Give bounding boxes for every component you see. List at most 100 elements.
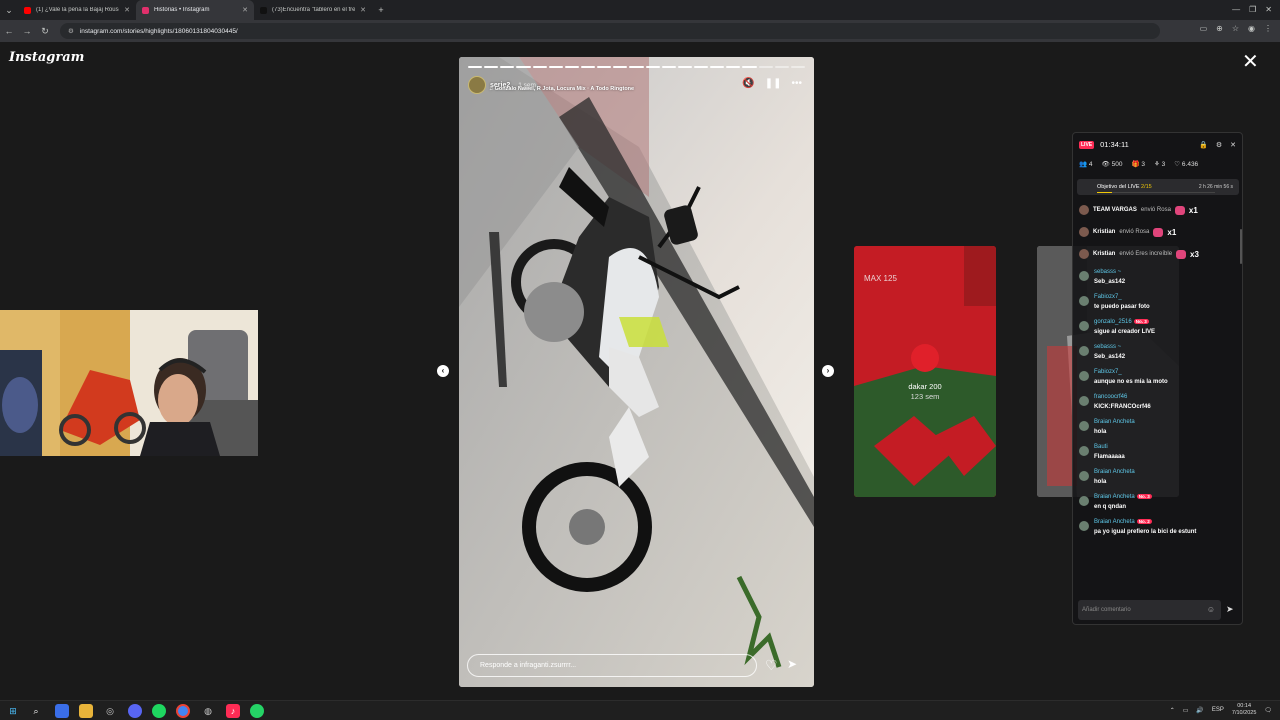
- settings-icon[interactable]: ⚙: [1216, 141, 1222, 149]
- search-icon[interactable]: ⌕: [29, 704, 43, 718]
- chat-text: aunque no es mía la moto: [1094, 379, 1168, 385]
- profile-icon[interactable]: ◉: [1248, 24, 1255, 33]
- chat-username[interactable]: Braian Ancheta: [1094, 519, 1135, 525]
- avatar[interactable]: [1079, 496, 1089, 506]
- tiktok-icon[interactable]: ♪: [226, 704, 240, 718]
- spotify-icon[interactable]: [152, 704, 166, 718]
- browser-tab[interactable]: Historias • Instagram ✕: [136, 0, 254, 20]
- url-bar[interactable]: ⚙ instagram.com/stories/highlights/18060…: [60, 23, 1160, 39]
- story-avatar[interactable]: [468, 76, 486, 94]
- story-music-label[interactable]: ♫ Gonzalo Nawel, R Jota, Locura Mix · A …: [489, 86, 634, 92]
- browser-tab[interactable]: (1) ¿Vale la pena la Bajaj Rouser... ✕: [18, 0, 136, 20]
- tray-overflow-icon[interactable]: ⌃: [1170, 707, 1175, 714]
- avatar[interactable]: [1079, 471, 1089, 481]
- heart-icon: ♡: [1174, 161, 1181, 168]
- chrome-icon[interactable]: [176, 704, 190, 718]
- chat-username[interactable]: Braian Ancheta: [1094, 469, 1135, 475]
- gift-row: TEAM VARGAS envió Rosa x1: [1079, 199, 1237, 221]
- story-viewer[interactable]: serie2 1 sem ♫ Gonzalo Nawel, R Jota, Lo…: [459, 57, 814, 687]
- instagram-logo[interactable]: Instagram: [9, 50, 84, 65]
- volume-icon[interactable]: 🔊: [1196, 707, 1203, 714]
- window-close-icon[interactable]: ✕: [1265, 5, 1272, 14]
- reload-icon[interactable]: ↻: [36, 26, 54, 37]
- progress-segment: [468, 66, 483, 68]
- avatar[interactable]: [1079, 249, 1089, 259]
- chat-username[interactable]: sebasss ~: [1094, 344, 1121, 350]
- battery-icon[interactable]: ▭: [1183, 707, 1189, 714]
- minimize-icon[interactable]: —: [1232, 5, 1240, 14]
- chat-message: gonzalo_2516 No. 3 sigue al creador LIVE: [1079, 319, 1237, 344]
- gift-user[interactable]: Kristian: [1093, 229, 1115, 235]
- chat-username[interactable]: Fabiozx7_: [1094, 369, 1122, 375]
- emoji-icon[interactable]: ☺: [1207, 605, 1215, 614]
- browser-tab[interactable]: (73)Encuentra "tablero en el fren... ✕: [254, 0, 372, 20]
- avatar[interactable]: [1079, 421, 1089, 431]
- back-icon[interactable]: ←: [0, 26, 18, 36]
- whatsapp-icon[interactable]: [250, 704, 264, 718]
- avatar[interactable]: [1079, 346, 1089, 356]
- pause-icon[interactable]: ❚❚: [765, 78, 782, 89]
- avatar[interactable]: [1079, 227, 1089, 237]
- comment-input[interactable]: Añadir comentario ☺: [1078, 600, 1221, 620]
- site-info-icon[interactable]: ⚙: [68, 27, 74, 35]
- chat-username[interactable]: sebasss ~: [1094, 269, 1121, 275]
- story-reply-input[interactable]: Responde a infraganti.zsurrrr...: [467, 654, 757, 677]
- like-heart-icon[interactable]: ♡: [765, 657, 778, 674]
- tab-close-icon[interactable]: ✕: [242, 6, 248, 14]
- eye-icon: 👁: [1101, 161, 1110, 168]
- avatar[interactable]: [1079, 271, 1089, 281]
- chat-username[interactable]: francoocrf46: [1094, 394, 1127, 400]
- previous-story-arrow-icon[interactable]: ‹: [437, 365, 449, 377]
- chat-username[interactable]: Braian Ancheta: [1094, 419, 1135, 425]
- mute-icon[interactable]: 🔇: [742, 78, 754, 89]
- chat-username[interactable]: Braian Ancheta: [1094, 494, 1135, 500]
- next-story-arrow-icon[interactable]: ›: [822, 365, 834, 377]
- avatar[interactable]: [1079, 321, 1089, 331]
- discord-icon[interactable]: [128, 704, 142, 718]
- progress-segment: [580, 66, 596, 68]
- maximize-icon[interactable]: ❐: [1249, 5, 1256, 14]
- progress-segment: [548, 66, 563, 68]
- clock[interactable]: 00:14 7/10/2025: [1232, 703, 1256, 717]
- next-story-preview[interactable]: MAX 125 dakar 200 123 sem: [854, 246, 996, 497]
- avatar[interactable]: [1079, 205, 1089, 215]
- avatar[interactable]: [1079, 521, 1089, 531]
- zoom-icon[interactable]: ⊕: [1216, 24, 1223, 33]
- tab-search-icon[interactable]: ⌄: [0, 5, 18, 16]
- tab-close-icon[interactable]: ✕: [360, 6, 366, 14]
- notifications-icon[interactable]: 🗨: [1264, 707, 1272, 714]
- gift-user[interactable]: Kristian: [1093, 251, 1115, 257]
- lock-icon[interactable]: 🔒: [1199, 141, 1208, 149]
- copilot-icon[interactable]: [55, 704, 69, 718]
- menu-icon[interactable]: ⋮: [1264, 24, 1272, 33]
- chat-user-line: Braian Ancheta: [1094, 469, 1237, 478]
- windows-start-icon[interactable]: ⊞: [6, 704, 20, 718]
- chat-message: sebasss ~ Seb_as142: [1079, 344, 1237, 369]
- file-explorer-icon[interactable]: [79, 704, 93, 718]
- cast-icon[interactable]: ▭: [1200, 24, 1208, 33]
- language-indicator[interactable]: ESP: [1212, 707, 1224, 713]
- obs-icon[interactable]: ◎: [103, 704, 117, 718]
- progress-segment: [726, 66, 741, 68]
- send-icon[interactable]: ➤: [787, 657, 797, 671]
- feed-scrollbar[interactable]: [1240, 229, 1242, 264]
- gift-user[interactable]: TEAM VARGAS: [1093, 207, 1137, 213]
- avatar[interactable]: [1079, 396, 1089, 406]
- chat-username[interactable]: gonzalo_2516: [1094, 319, 1132, 325]
- chat-username[interactable]: Bauti: [1094, 444, 1108, 450]
- rose-gift-icon: [1174, 205, 1185, 215]
- panel-close-icon[interactable]: ✕: [1230, 141, 1236, 149]
- forward-icon[interactable]: →: [18, 26, 36, 36]
- close-stories-button[interactable]: ✕: [1242, 52, 1259, 72]
- chat-username[interactable]: Fabiozx7_: [1094, 294, 1122, 300]
- new-tab-button[interactable]: +: [372, 5, 390, 15]
- tab-close-icon[interactable]: ✕: [124, 6, 130, 14]
- bookmark-star-icon[interactable]: ☆: [1232, 24, 1239, 33]
- avatar[interactable]: [1079, 446, 1089, 456]
- live-goal-bar[interactable]: Objetivo del LIVE 2/15 2 h 26 min 56 s: [1077, 179, 1239, 195]
- avatar[interactable]: [1079, 296, 1089, 306]
- more-options-icon[interactable]: •••: [791, 78, 802, 89]
- comment-send-icon[interactable]: ➤: [1226, 604, 1234, 615]
- avatar[interactable]: [1079, 371, 1089, 381]
- steam-icon[interactable]: ◍: [201, 704, 215, 718]
